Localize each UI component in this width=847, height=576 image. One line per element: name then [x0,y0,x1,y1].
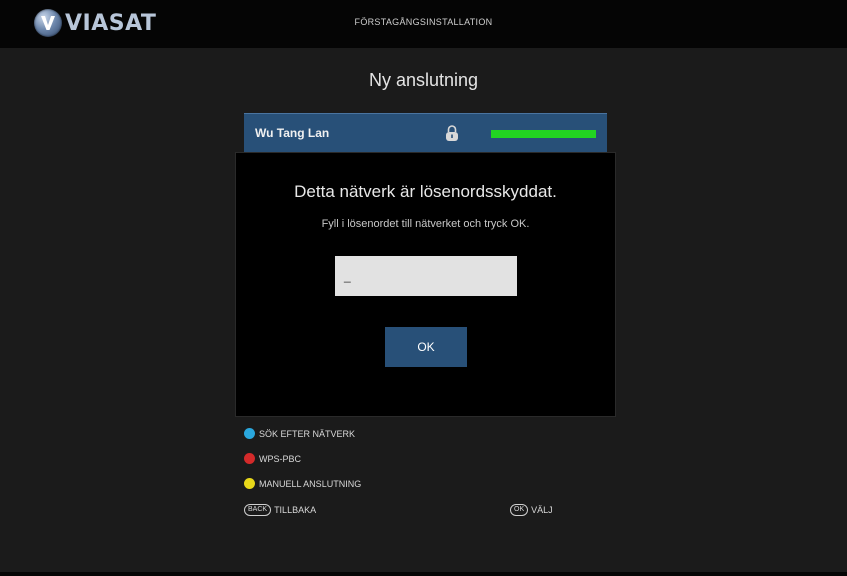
yellow-button-icon [244,478,255,489]
manual-connection-action[interactable]: MANUELL ANSLUTNING [244,478,361,489]
signal-strength-fill [491,130,596,138]
lock-icon [446,125,458,141]
wps-pbc-label: WPS-PBC [259,453,302,464]
search-networks-label: SÖK EFTER NÄTVERK [259,428,356,439]
select-action[interactable]: OK VÄLJ [510,504,553,516]
wps-pbc-action[interactable]: WPS-PBC [244,453,301,464]
network-name: Wu Tang Lan [255,126,330,140]
back-label: TILLBAKA [274,505,317,515]
top-bar: VIASAT FÖRSTAGÅNGSINSTALLATION [0,0,847,48]
header-title: FÖRSTAGÅNGSINSTALLATION [354,17,493,27]
signal-strength-bar [491,130,596,138]
ok-button[interactable]: OK [385,327,467,367]
password-dialog: Detta nätverk är lösenordsskyddat. Fyll … [235,152,616,417]
search-networks-action[interactable]: SÖK EFTER NÄTVERK [244,428,355,439]
select-label: VÄLJ [531,505,553,515]
red-button-icon [244,453,255,464]
back-action[interactable]: BACK TILLBAKA [244,504,316,516]
ok-key-icon: OK [510,504,529,516]
blue-button-icon [244,428,255,439]
network-list-item[interactable]: Wu Tang Lan [244,113,607,154]
dialog-message: Fyll i lösenordet till nätverket och try… [321,218,530,230]
manual-connection-label: MANUELL ANSLUTNING [259,478,362,489]
dialog-title: Detta nätverk är lösenordsskyddat. [294,182,557,201]
page-title: Ny anslutning [368,70,479,90]
bottom-strip [0,572,847,576]
password-input[interactable]: _ [335,256,517,296]
back-key-icon: BACK [244,504,272,516]
